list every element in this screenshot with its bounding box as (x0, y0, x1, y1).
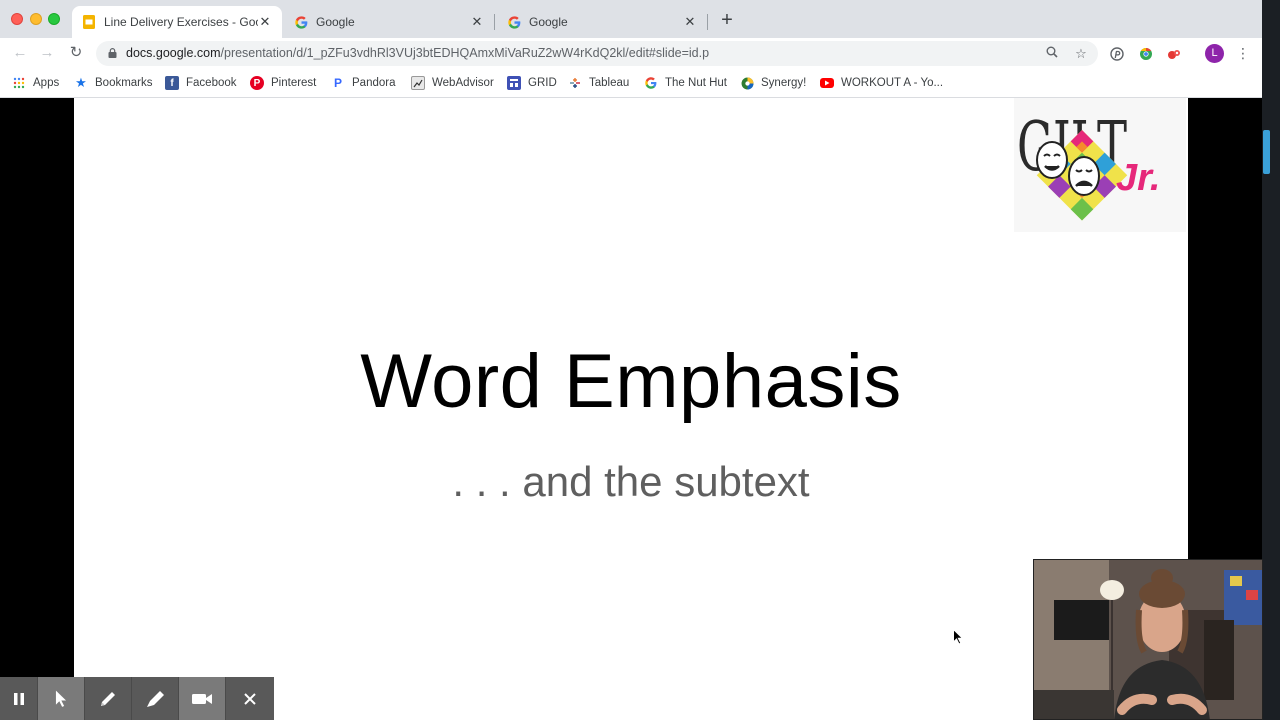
youtube-icon (820, 78, 834, 88)
tab-close-button[interactable]: ✕ (470, 14, 484, 30)
google-icon (294, 15, 308, 29)
bookmark-pandora[interactable]: P Pandora (331, 74, 396, 92)
forward-arrow-icon[interactable]: → (38, 44, 56, 62)
slide-subtitle: . . . and the subtext (452, 458, 810, 505)
google-icon (507, 15, 521, 29)
bookmark-webadvisor[interactable]: WebAdvisor (411, 74, 494, 92)
bookmark-label: Apps (33, 77, 60, 89)
bookmark-label: Pandora (352, 77, 396, 89)
slides-icon (82, 15, 96, 29)
mouse-cursor-icon (953, 629, 963, 645)
menu-kebab-icon[interactable]: ⋮ (1236, 44, 1250, 62)
tab-line-delivery[interactable]: Line Delivery Exercises - Goog ✕ (72, 6, 282, 38)
tab-divider (707, 14, 708, 30)
reload-icon[interactable]: ↻ (67, 44, 85, 62)
pinterest-icon: P (250, 76, 264, 90)
desktop-window-edge (1263, 130, 1270, 174)
google-icon (644, 76, 658, 90)
tab-google-2[interactable]: Google ✕ (497, 6, 707, 38)
slide-title: Word Emphasis (360, 339, 902, 424)
pinterest-extension-icon[interactable] (1109, 46, 1125, 62)
close-icon (243, 692, 256, 705)
url-path: /presentation/d/1_pZFu3vdhRl3VUj3btEDHQA… (220, 46, 710, 60)
close-recording-button[interactable] (226, 677, 273, 720)
pause-icon (13, 692, 24, 705)
bookmark-label: The Nut Hut (665, 77, 727, 89)
pause-button[interactable] (0, 677, 38, 720)
synergy-icon (740, 76, 754, 90)
window-maximize-button[interactable] (48, 13, 60, 25)
browser-toolbar: ← → ↻ docs.google.com/presentation/d/1_p… (0, 38, 1262, 68)
gilt-jr-logo: GILT (1014, 98, 1186, 232)
bookmark-label: WebAdvisor (432, 77, 494, 89)
zoom-icon[interactable] (1044, 46, 1060, 62)
tab-close-button[interactable]: ✕ (683, 14, 697, 30)
highlighter-icon (147, 690, 164, 707)
logo-jr-text: Jr. (1116, 157, 1160, 199)
pen-icon (101, 691, 115, 706)
tab-strip: Line Delivery Exercises - Goog ✕ Google … (0, 0, 1262, 38)
bookmark-nut-hut[interactable]: The Nut Hut (644, 74, 727, 92)
tab-title: Google (316, 15, 355, 29)
webadvisor-icon (411, 76, 425, 90)
tab-title: Google (529, 15, 568, 29)
recording-toolbar (0, 677, 274, 720)
apps-grid-icon (12, 76, 26, 90)
url-host: docs.google.com (126, 46, 221, 60)
pointer-tool-button[interactable] (38, 677, 85, 720)
tab-title: Line Delivery Exercises - Goog (104, 15, 258, 29)
bookmark-label: Tableau (589, 77, 630, 89)
bookmark-label: Synergy! (761, 77, 807, 89)
tableau-icon (568, 76, 582, 90)
bookmark-apps[interactable]: Apps (12, 74, 59, 92)
bookmark-label: Facebook (186, 77, 237, 89)
bookmarks-bar: Apps ★ Bookmarks f Facebook P Pinterest … (0, 68, 1262, 98)
tab-google-1[interactable]: Google ✕ (284, 6, 494, 38)
bookmark-label: WORKOUT A - Yo... (841, 77, 944, 89)
bookmark-label: Bookmarks (95, 77, 153, 89)
bookmark-label: Pinterest (271, 77, 317, 89)
bookmark-label: GRID (528, 77, 557, 89)
chrome-extension-icon[interactable] (1138, 46, 1154, 62)
bookmark-workout[interactable]: WORKOUT A - Yo... (820, 74, 943, 92)
browser-window: Line Delivery Exercises - Goog ✕ Google … (0, 0, 1262, 98)
tab-divider (494, 14, 495, 30)
pointer-icon (55, 690, 67, 707)
tab-close-button[interactable]: ✕ (258, 14, 272, 30)
address-bar[interactable]: docs.google.com/presentation/d/1_pZFu3vd… (96, 41, 1098, 66)
grid-icon (507, 76, 521, 90)
extension-icon[interactable] (1166, 46, 1182, 62)
back-arrow-icon[interactable]: ← (11, 44, 29, 62)
bookmark-star-icon[interactable]: ☆ (1073, 46, 1089, 62)
new-tab-button[interactable]: + (718, 10, 736, 30)
star-icon: ★ (75, 75, 87, 90)
wall-frame (1054, 600, 1109, 640)
bookmark-pinterest[interactable]: P Pinterest (250, 74, 316, 92)
presentation-slide: GILT (74, 98, 1188, 720)
pandora-icon: P (333, 76, 342, 90)
bookmark-synergy[interactable]: Synergy! (740, 74, 806, 92)
url-text: docs.google.com/presentation/d/1_pZFu3vd… (126, 41, 709, 66)
highlighter-tool-button[interactable] (132, 677, 179, 720)
desktop: Line Delivery Exercises - Goog ✕ Google … (0, 0, 1280, 720)
profile-avatar[interactable]: L (1205, 44, 1224, 63)
facebook-icon: f (165, 76, 179, 90)
window-minimize-button[interactable] (30, 13, 42, 25)
webcam-overlay (1033, 559, 1263, 720)
bookmark-tableau[interactable]: Tableau (568, 74, 629, 92)
desktop-background (1262, 0, 1280, 720)
pen-tool-button[interactable] (85, 677, 132, 720)
bookmark-grid[interactable]: GRID (507, 74, 557, 92)
window-close-button[interactable] (11, 13, 23, 25)
bookmark-facebook[interactable]: f Facebook (165, 74, 237, 92)
bookmark-bookmarks[interactable]: ★ Bookmarks (74, 74, 153, 92)
camera-toggle-button[interactable] (179, 677, 226, 720)
lock-icon (108, 48, 117, 58)
camera-icon (192, 693, 212, 704)
